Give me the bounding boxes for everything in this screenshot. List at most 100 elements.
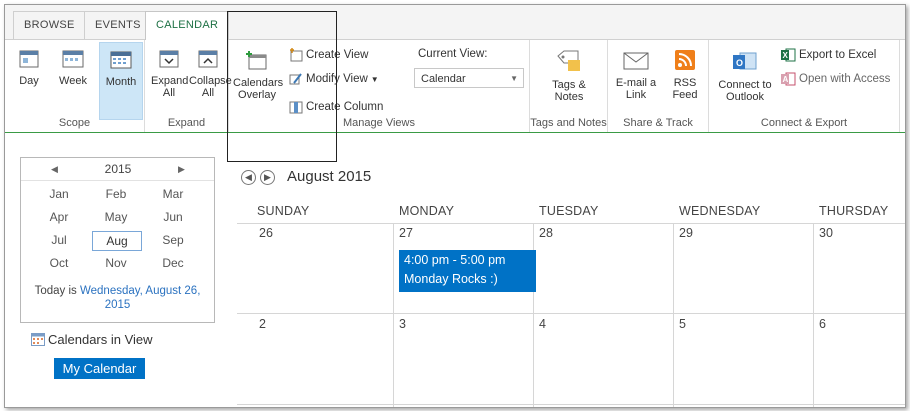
modify-view-icon [289,73,302,85]
week-button[interactable]: Week [53,44,93,87]
connect-outlook-button[interactable]: O Connect to Outlook [717,44,773,103]
tab-calendar[interactable]: CALENDAR [145,11,230,40]
month-may[interactable]: May [92,208,140,226]
day-header-tuesday: TUESDAY [539,204,599,218]
month-apr[interactable]: Apr [35,208,83,226]
tab-browse[interactable]: BROWSE [13,11,86,39]
svg-text:O: O [736,58,743,68]
prev-year-icon[interactable]: ◀ [51,158,58,180]
ribbon: Day Week Month Scope Expand All Collapse… [5,40,905,133]
day-button[interactable]: Day [13,44,45,87]
expand-all-icon [151,50,187,71]
expand-all-button[interactable]: Expand All [151,44,189,99]
envelope-icon [614,50,658,73]
today-date-link[interactable]: Wednesday, August 26, 2015 [80,285,200,311]
tags-notes-group-label: Tags and Notes [530,117,607,129]
week-view-icon [53,50,93,71]
day-cell-number[interactable]: 4 [539,317,546,331]
tag-icon [540,50,598,75]
day-header-sunday: SUNDAY [257,204,310,218]
group-share-track: E-mail a Link RSS Feed Share & Track [608,40,709,132]
modify-view-dropdown-icon: ▼ [370,75,379,84]
email-link-label: E-mail a Link [615,77,657,101]
scope-group-label: Scope [58,117,91,129]
calendars-overlay-button[interactable]: Calendars Overlay [233,44,284,101]
day-cell-number[interactable]: 3 [399,317,406,331]
day-cell-number[interactable]: 2 [259,317,266,331]
create-column-button[interactable]: Create Column [289,98,383,116]
month-label: Month [105,76,137,88]
day-header-monday: MONDAY [399,204,455,218]
month-mar[interactable]: Mar [149,185,197,203]
tags-notes-button[interactable]: Tags & Notes [540,44,598,103]
day-cell-number[interactable]: 26 [259,226,273,240]
event-title: Monday Rocks :) [404,272,498,286]
month-view-icon [100,51,142,72]
collapse-all-button[interactable]: Collapse All [189,44,232,99]
svg-text:A: A [783,75,789,84]
tags-notes-label: Tags & Notes [552,79,586,103]
group-manage-views: Calendars Overlay Create View Modify Vie… [229,40,530,132]
current-view-select[interactable]: Calendar ▼ [414,68,524,88]
group-scope: Day Week Month Scope [5,40,145,132]
week-label: Week [59,75,87,87]
my-calendar-item[interactable]: My Calendar [54,358,145,379]
date-navigator-year: 2015 [104,162,132,176]
modify-view-label: Modify View [306,73,368,85]
month-sep[interactable]: Sep [149,231,197,249]
calendar-event[interactable]: 4:00 pm - 5:00 pm Monday Rocks :) [399,250,536,292]
calendar-navigation: ◀ ▶ August 2015 [241,168,371,185]
day-view-icon [13,50,45,71]
group-connect-export: O Connect to Outlook X Export to Excel A O… [709,40,900,132]
month-dec[interactable]: Dec [149,254,197,272]
current-view-value: Calendar [421,73,466,85]
event-time: 4:00 pm - 5:00 pm [404,253,506,267]
day-cell-number[interactable]: 29 [679,226,693,240]
month-nov[interactable]: Nov [92,254,140,272]
email-link-button[interactable]: E-mail a Link [614,44,658,101]
rss-feed-button[interactable]: RSS Feed [666,44,704,101]
month-jul[interactable]: Jul [35,231,83,249]
expand-group-label: Expand [167,117,206,129]
day-cell-number[interactable]: 5 [679,317,686,331]
day-column-divider [393,223,394,407]
calendar-icon [31,333,45,346]
connect-export-group-label: Connect & Export [760,117,848,129]
outlook-icon: O [717,50,773,75]
tab-events[interactable]: EVENTS [84,11,152,39]
previous-month-icon[interactable]: ◀ [241,170,256,185]
calendars-in-view-title: Calendars in View [48,332,153,347]
month-jun[interactable]: Jun [149,208,197,226]
access-icon: A [781,72,796,86]
month-oct[interactable]: Oct [35,254,83,272]
create-view-button[interactable]: Create View [289,46,368,64]
expand-all-label: Expand All [151,75,189,99]
day-cell-number[interactable]: 30 [819,226,833,240]
today-text: Today is Wednesday, August 26, 2015 [21,284,214,312]
date-navigator: ◀ 2015 ▶ Jan Feb Mar Apr May Jun Jul Aug Sep Oct N… [20,157,215,323]
month-jan[interactable]: Jan [35,185,83,203]
manage-views-group-label: Manage Views [343,117,415,129]
export-excel-button[interactable]: X Export to Excel [781,46,876,64]
group-tags-notes: Tags & Notes Tags and Notes [530,40,608,132]
collapse-all-icon [189,50,227,71]
day-cell-number[interactable]: 28 [539,226,553,240]
next-month-icon[interactable]: ▶ [260,170,275,185]
chevron-down-icon: ▼ [510,74,518,83]
week-divider [237,313,905,314]
open-access-button[interactable]: A Open with Access [781,70,890,88]
connect-outlook-label: Connect to Outlook [718,79,772,103]
next-year-icon[interactable]: ▶ [178,158,185,180]
today-prefix: Today is [34,285,77,297]
month-button[interactable]: Month [99,42,143,120]
sharepoint-calendar-window: BROWSE EVENTS CALENDAR Day Week Month Sc… [4,4,906,408]
day-cell-number[interactable]: 27 [399,226,413,240]
month-aug[interactable]: Aug [92,231,142,251]
calendars-overlay-label: Calendars Overlay [233,77,284,101]
month-feb[interactable]: Feb [92,185,140,203]
day-cell-number[interactable]: 6 [819,317,826,331]
modify-view-button[interactable]: Modify View ▼ [289,70,379,88]
export-excel-label: Export to Excel [799,49,877,61]
date-navigator-header: ◀ 2015 ▶ [21,158,214,181]
create-column-icon [289,101,303,114]
